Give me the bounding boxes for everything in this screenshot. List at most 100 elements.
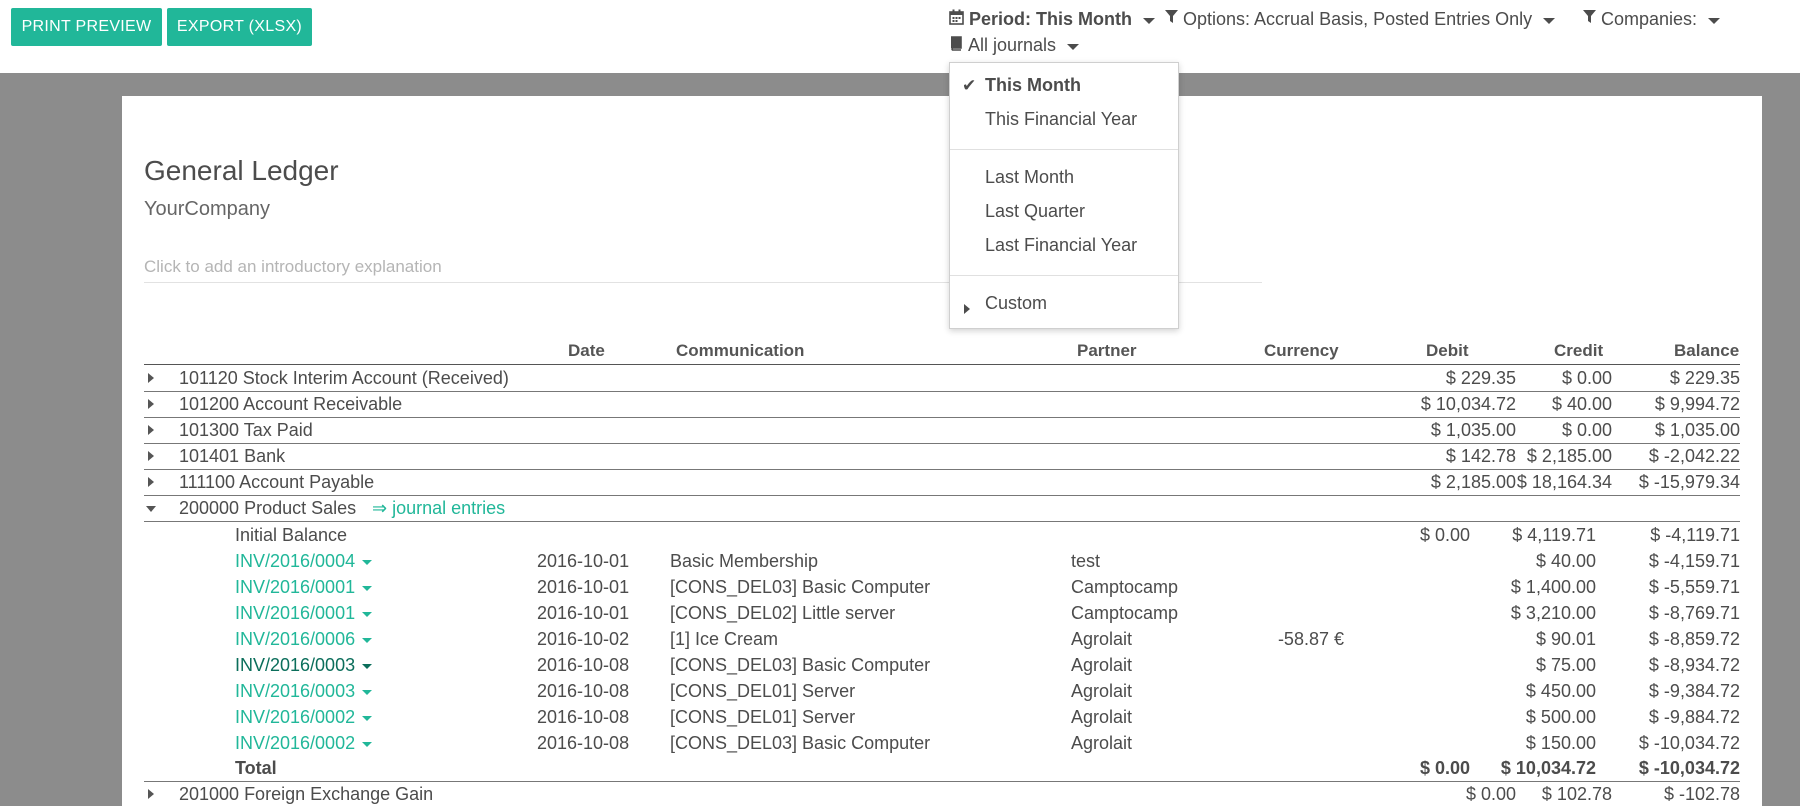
move-line-communication: [CONS_DEL03] Basic Computer <box>670 577 931 597</box>
initial-balance: $ -4,119.71 <box>1650 525 1740 545</box>
period-option-last-financial-year[interactable]: Last Financial Year <box>985 235 1137 256</box>
column-header-partner[interactable]: Partner <box>1077 341 1137 361</box>
account-row-expanded[interactable]: 200000 Product Sales ⇒ journal entries <box>144 496 1740 522</box>
chevron-down-icon <box>362 663 373 669</box>
account-row[interactable]: 201000 Foreign Exchange Gain $ 0.00 $ 10… <box>144 782 1740 808</box>
move-line-ref-link[interactable]: INV/2016/0001 <box>235 577 373 598</box>
options-filter[interactable]: Options: Accrual Basis, Posted Entries O… <box>1165 9 1556 30</box>
account-row[interactable]: 101401 Bank $ 142.78 $ 2,185.00 $ -2,042… <box>144 444 1740 470</box>
expand-caret-icon[interactable] <box>148 399 154 409</box>
move-line-date: 2016-10-08 <box>537 681 630 701</box>
account-row[interactable]: 101300 Tax Paid $ 1,035.00 $ 0.00 $ 1,03… <box>144 418 1740 444</box>
expand-caret-icon[interactable] <box>148 425 154 435</box>
account-balance: $ -2,042.22 <box>1648 446 1740 466</box>
move-line-partner: Agrolait <box>1071 655 1133 675</box>
print-preview-button[interactable]: PRINT PREVIEW <box>11 8 162 46</box>
period-option-custom[interactable]: Custom <box>985 293 1047 314</box>
chevron-down-icon <box>362 611 373 617</box>
move-line-ref-link[interactable]: INV/2016/0002 <box>235 733 373 754</box>
move-line-row: INV/2016/0003 2016-10-08 [CONS_DEL01] Se… <box>144 679 1740 705</box>
account-debit: $ 2,185.00 <box>1430 472 1516 492</box>
move-line-partner: Camptocamp <box>1071 603 1179 623</box>
chevron-down-icon <box>362 689 373 695</box>
menu-divider <box>950 149 1178 150</box>
expand-caret-icon[interactable] <box>148 789 154 799</box>
period-option-last-month[interactable]: Last Month <box>985 167 1074 188</box>
account-row[interactable]: 101200 Account Receivable $ 10,034.72 $ … <box>144 392 1740 418</box>
period-option-last-quarter[interactable]: Last Quarter <box>985 201 1085 222</box>
column-header-credit[interactable]: Credit <box>1554 341 1603 361</box>
move-line-communication: [CONS_DEL03] Basic Computer <box>670 655 931 675</box>
chevron-down-icon <box>362 637 373 643</box>
move-line-balance: $ -9,884.72 <box>1648 707 1740 727</box>
move-line-row: INV/2016/0002 2016-10-08 [CONS_DEL03] Ba… <box>144 731 1740 757</box>
move-line-ref-link[interactable]: INV/2016/0001 <box>235 603 373 624</box>
companies-filter[interactable]: Companies: <box>1583 9 1721 30</box>
column-header-currency[interactable]: Currency <box>1264 341 1339 361</box>
initial-credit: $ 4,119.71 <box>1512 525 1596 545</box>
caret-right-icon <box>964 304 970 314</box>
account-credit: $ 18,164.34 <box>1516 472 1612 492</box>
export-xlsx-button[interactable]: EXPORT (XLSX) <box>167 8 312 46</box>
move-line-date: 2016-10-01 <box>537 551 630 571</box>
move-line-credit: $ 40.00 <box>1535 551 1596 571</box>
move-line-ref-link[interactable]: INV/2016/0003 <box>235 655 373 676</box>
expand-caret-icon[interactable] <box>148 451 154 461</box>
account-row[interactable]: 111100 Account Payable $ 2,185.00 $ 18,1… <box>144 470 1740 496</box>
move-line-date: 2016-10-08 <box>537 655 630 675</box>
move-line-date: 2016-10-08 <box>537 707 630 727</box>
move-line-date: 2016-10-01 <box>537 603 630 623</box>
move-line-balance: $ -8,934.72 <box>1648 655 1740 675</box>
chevron-down-icon <box>1067 43 1080 50</box>
check-icon: ✔ <box>962 76 977 95</box>
account-credit: $ 102.78 <box>1541 784 1612 804</box>
move-line-communication: [CONS_DEL01] Server <box>670 681 856 701</box>
chevron-down-icon <box>362 585 373 591</box>
expand-caret-icon[interactable] <box>148 477 154 487</box>
initial-debit: $ 0.00 <box>1419 525 1470 545</box>
account-name: 101200 Account Receivable <box>179 394 403 414</box>
account-credit: $ 0.00 <box>1561 420 1612 440</box>
column-header-date[interactable]: Date <box>568 341 605 361</box>
account-credit: $ 2,185.00 <box>1526 446 1612 466</box>
period-option-this-financial-year[interactable]: This Financial Year <box>985 109 1137 130</box>
move-line-row: INV/2016/0004 2016-10-01 Basic Membershi… <box>144 549 1740 575</box>
move-line-balance: $ -5,559.71 <box>1648 577 1740 597</box>
account-balance: $ 9,994.72 <box>1654 394 1740 414</box>
move-line-balance: $ -8,769.71 <box>1648 603 1740 623</box>
filter-icon <box>1583 10 1596 29</box>
total-balance: $ -10,034.72 <box>1638 758 1740 778</box>
account-name: 101401 Bank <box>179 446 286 466</box>
move-line-ref-link[interactable]: INV/2016/0002 <box>235 707 373 728</box>
move-line-balance: $ -4,159.71 <box>1648 551 1740 571</box>
move-line-ref-link[interactable]: INV/2016/0003 <box>235 681 373 702</box>
chevron-down-icon <box>362 559 373 565</box>
column-header-debit[interactable]: Debit <box>1426 341 1469 361</box>
collapse-caret-icon[interactable] <box>146 506 156 512</box>
journals-filter[interactable]: All journals <box>949 35 1080 56</box>
move-line-credit: $ 3,210.00 <box>1510 603 1596 623</box>
account-row[interactable]: 101120 Stock Interim Account (Received) … <box>144 366 1740 392</box>
move-line-row: INV/2016/0001 2016-10-01 [CONS_DEL02] Li… <box>144 601 1740 627</box>
expand-caret-icon[interactable] <box>148 373 154 383</box>
move-line-ref-link[interactable]: INV/2016/0006 <box>235 629 373 650</box>
journal-entries-link[interactable]: ⇒ journal entries <box>372 498 505 519</box>
move-line-ref-link[interactable]: INV/2016/0004 <box>235 551 373 572</box>
move-line-communication: Basic Membership <box>670 551 819 571</box>
chevron-down-icon <box>362 741 373 747</box>
journals-filter-label: All journals <box>968 35 1057 55</box>
move-line-date: 2016-10-02 <box>537 629 630 649</box>
period-option-this-month[interactable]: This Month <box>985 75 1081 96</box>
account-name: 201000 Foreign Exchange Gain <box>179 784 434 804</box>
total-credit: $ 10,034.72 <box>1500 758 1596 778</box>
column-header-communication[interactable]: Communication <box>676 341 804 361</box>
calendar-icon <box>949 9 964 30</box>
account-name: 101120 Stock Interim Account (Received) <box>179 368 509 388</box>
filter-icon <box>1165 10 1178 29</box>
account-debit: $ 229.35 <box>1445 368 1516 388</box>
move-line-balance: $ -9,384.72 <box>1648 681 1740 701</box>
move-line-currency: -58.87 € <box>1277 629 1344 649</box>
period-filter[interactable]: Period: This Month <box>949 9 1155 30</box>
column-header-balance[interactable]: Balance <box>1674 341 1739 361</box>
companies-filter-label: Companies: <box>1601 9 1698 29</box>
